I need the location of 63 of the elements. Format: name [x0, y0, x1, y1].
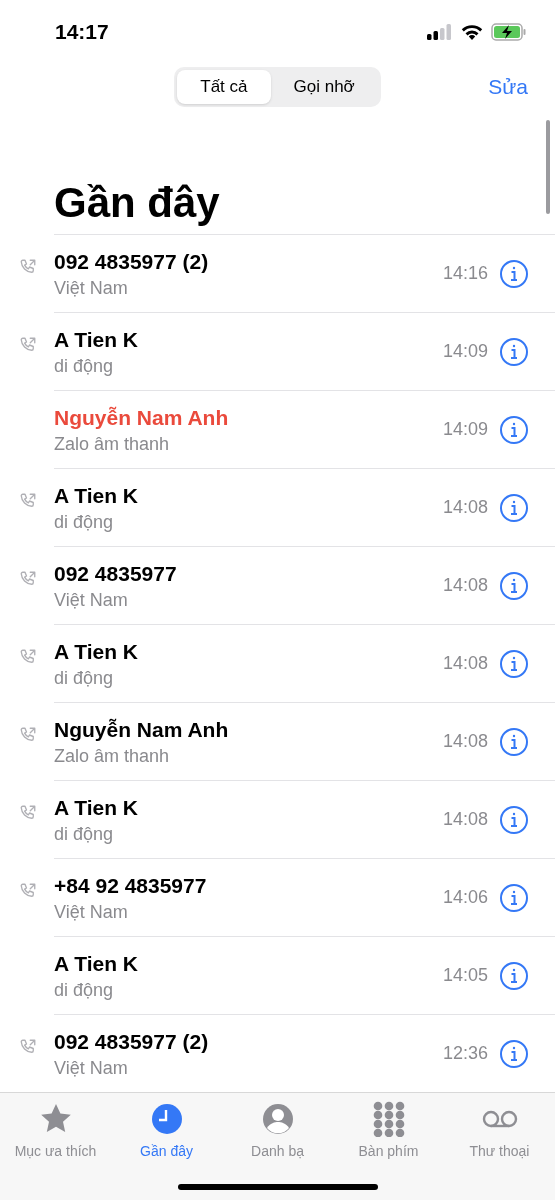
caller-name: 092 4835977 (2)	[54, 248, 210, 275]
info-icon[interactable]	[499, 882, 529, 913]
call-time: 14:08	[442, 574, 488, 597]
call-time: 12:36	[442, 1042, 488, 1065]
caller-name: A Tien K	[54, 950, 139, 977]
caller-name: +84 92 4835977	[54, 872, 208, 899]
call-detail: Việt Nam	[54, 1056, 129, 1080]
call-row[interactable]: A Tien K di động 14:08	[0, 780, 555, 858]
call-row[interactable]: A Tien K di động 14:08	[0, 468, 555, 546]
call-time: 14:08	[442, 730, 488, 753]
call-time: 14:06	[442, 886, 488, 909]
caller-name: 092 4835977 (2)	[54, 1028, 210, 1055]
call-detail: Việt Nam	[54, 276, 129, 300]
caller-name: 092 4835977	[54, 560, 178, 587]
page-title: Gần đây	[54, 182, 220, 224]
call-row[interactable]: A Tien K di động 14:09	[0, 312, 555, 390]
info-icon[interactable]	[499, 960, 529, 991]
call-row[interactable]: A Tien K di động 14:08	[0, 624, 555, 702]
info-icon[interactable]	[499, 570, 529, 601]
call-time: 14:09	[442, 340, 488, 363]
call-row[interactable]: Nguyễn Nam Anh Zalo âm thanh 14:09	[0, 390, 555, 468]
info-icon[interactable]	[499, 414, 529, 445]
info-icon[interactable]	[499, 492, 529, 523]
segment-tab[interactable]: Gọi nhỡ	[270, 70, 378, 104]
info-icon[interactable]	[499, 336, 529, 367]
info-icon[interactable]	[499, 804, 529, 835]
caller-name: A Tien K	[54, 482, 139, 509]
call-detail: di động	[54, 666, 115, 690]
call-row[interactable]: A Tien K di động 14:05	[0, 936, 555, 1014]
caller-name: Nguyễn Nam Anh	[54, 716, 230, 743]
caller-name: A Tien K	[54, 326, 139, 353]
wifi-icon	[460, 23, 484, 41]
battery-charging-icon	[491, 23, 527, 41]
call-detail: Zalo âm thanh	[54, 432, 171, 456]
call-time: 14:09	[442, 418, 488, 441]
call-row[interactable]: Nguyễn Nam Anh Zalo âm thanh 14:08	[0, 702, 555, 780]
call-row[interactable]: 092 4835977 (2) Việt Nam 14:16	[0, 234, 555, 312]
status-time: 14:17	[55, 19, 109, 46]
tab-bar-item[interactable]: Gần đây	[111, 1101, 222, 1162]
call-row[interactable]: +84 92 4835977 Việt Nam 14:06	[0, 858, 555, 936]
call-detail: di động	[54, 978, 115, 1002]
call-detail: Việt Nam	[54, 588, 129, 612]
signal-icon	[427, 24, 453, 40]
info-icon[interactable]	[499, 258, 529, 289]
call-row[interactable]: 092 4835977 Việt Nam 14:08	[0, 546, 555, 624]
caller-name: Nguyễn Nam Anh	[54, 404, 230, 431]
call-detail: Zalo âm thanh	[54, 744, 171, 768]
call-detail: di động	[54, 822, 115, 846]
caller-name: A Tien K	[54, 638, 139, 665]
info-icon[interactable]	[499, 726, 529, 757]
call-time: 14:08	[442, 808, 488, 831]
call-time: 14:16	[442, 262, 488, 285]
edit-button[interactable]: Sửa	[488, 71, 528, 103]
call-detail: di động	[54, 510, 115, 534]
call-time: 14:08	[442, 652, 488, 675]
call-detail: di động	[54, 354, 115, 378]
call-detail: Việt Nam	[54, 900, 129, 924]
segment-tab[interactable]: Tất cả	[177, 70, 271, 104]
info-icon[interactable]	[499, 648, 529, 679]
caller-name: A Tien K	[54, 794, 139, 821]
call-time: 14:05	[442, 964, 488, 987]
call-time: 14:08	[442, 496, 488, 519]
info-icon[interactable]	[499, 1038, 529, 1069]
